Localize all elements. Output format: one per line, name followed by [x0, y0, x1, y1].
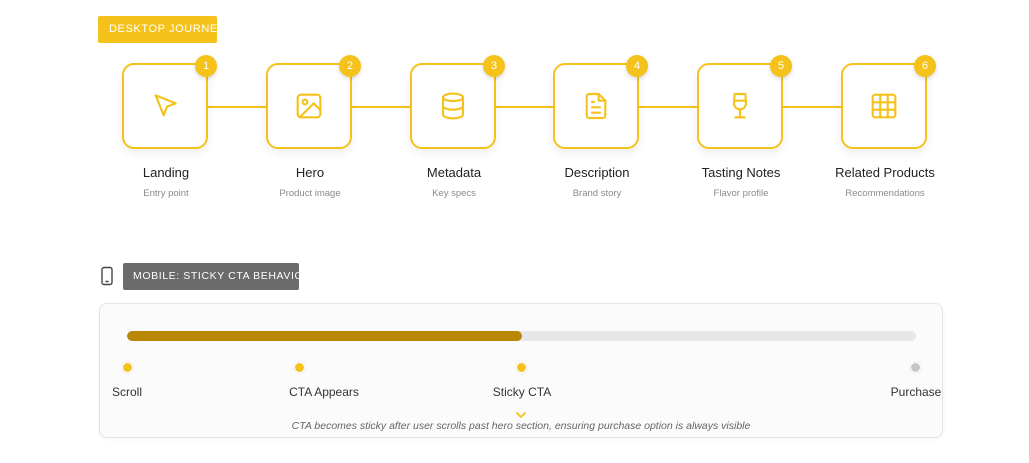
progress-point-purchase: [910, 362, 921, 373]
phone-icon: [101, 266, 113, 286]
progress-point-scroll: [122, 362, 133, 373]
journey-step-landing[interactable]: 1 Landing Entry point: [91, 55, 241, 213]
cursor-icon: [154, 94, 177, 117]
database-icon: [441, 92, 465, 120]
step-subtitle: Product image: [279, 188, 341, 199]
document-icon: [585, 92, 607, 120]
journey-step-metadata[interactable]: 3 Metadata Key specs: [379, 55, 529, 213]
step-number-badge: 1: [195, 55, 217, 77]
grid-icon: [871, 93, 897, 119]
step-subtitle: Key specs: [432, 188, 476, 199]
step-icon-box: [841, 63, 927, 149]
step-title: Metadata: [426, 165, 482, 180]
step-number-badge: 6: [914, 55, 936, 77]
image-icon: [296, 93, 322, 119]
step-icon-box: [697, 63, 783, 149]
journey-step-description[interactable]: 4 Description Brand story: [522, 55, 672, 213]
step-subtitle: Entry point: [143, 188, 189, 199]
progress-label-purchase: Purchase: [890, 385, 942, 399]
step-subtitle: Recommendations: [845, 188, 925, 199]
step-number-badge: 3: [483, 55, 505, 77]
step-title: Description: [564, 165, 630, 180]
step-number-badge: 2: [339, 55, 361, 77]
wine-glass-icon: [732, 92, 748, 119]
journey-step-tasting-notes[interactable]: 5 Tasting Notes Flavor profile: [666, 55, 816, 213]
step-number-badge: 5: [770, 55, 792, 77]
step-number-badge: 4: [626, 55, 648, 77]
sticky-cta-caption: CTA becomes sticky after user scrolls pa…: [291, 420, 751, 432]
step-subtitle: Brand story: [572, 188, 622, 199]
journey-step-hero[interactable]: 2 Hero Product image: [235, 55, 385, 213]
step-icon-box: [122, 63, 208, 149]
progress-label-scroll: Scroll: [111, 385, 143, 399]
step-subtitle: Flavor profile: [713, 188, 769, 199]
journey-step-related-products[interactable]: 6 Related Products Recommendations: [810, 55, 960, 213]
chevron-down-icon[interactable]: [515, 411, 527, 419]
scroll-progress-fill: [127, 331, 522, 341]
step-icon-box: [553, 63, 639, 149]
progress-label-sticky-cta: Sticky CTA: [492, 385, 552, 399]
progress-point-cta-appears: [294, 362, 305, 373]
step-title: Related Products: [835, 165, 935, 180]
progress-point-sticky-cta: [516, 362, 527, 373]
step-title: Landing: [142, 165, 190, 180]
desktop-journey-tag: DESKTOP JOURNEY: [98, 16, 217, 43]
sticky-cta-panel: Scroll CTA Appears Sticky CTA Purchase C…: [99, 303, 943, 438]
mobile-sticky-cta-tag: MOBILE: STICKY CTA BEHAVIOR: [123, 263, 299, 290]
step-icon-box: [410, 63, 496, 149]
progress-label-cta-appears: CTA Appears: [289, 385, 359, 399]
step-title: Tasting Notes: [701, 165, 781, 180]
step-title: Hero: [295, 165, 325, 180]
step-icon-box: [266, 63, 352, 149]
scroll-progress-track: [127, 331, 916, 341]
